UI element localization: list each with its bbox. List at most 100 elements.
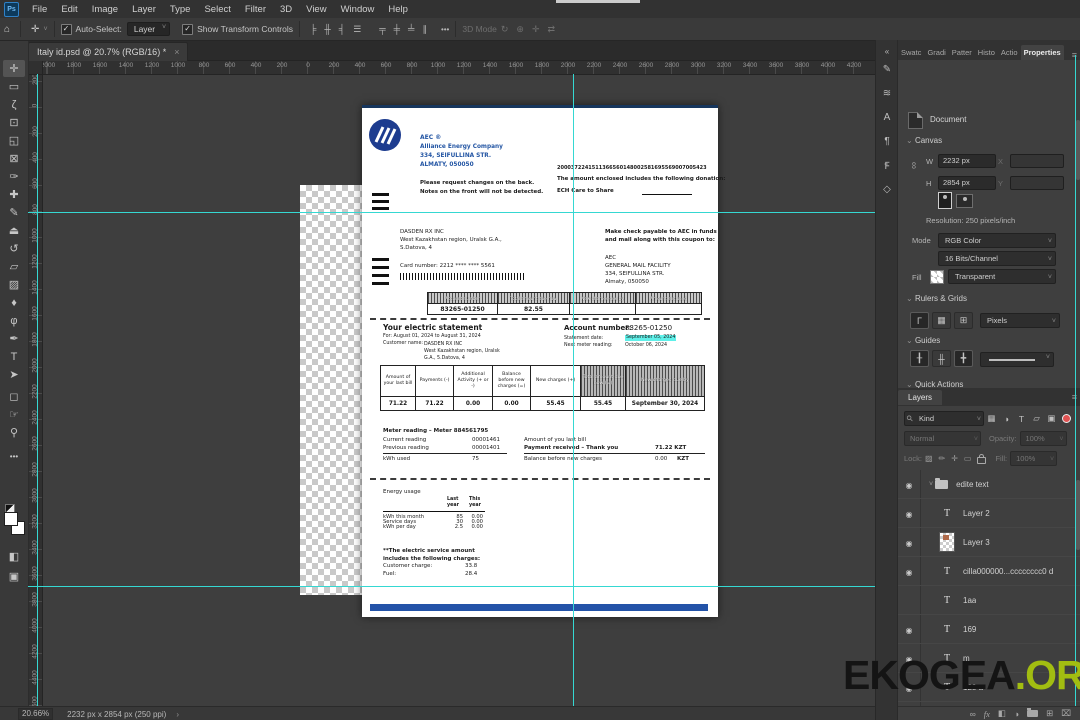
quick-mask-icon[interactable]: ◧ — [3, 548, 25, 565]
collapse-panels-icon[interactable]: « — [880, 44, 894, 58]
status-expander-icon[interactable]: › — [176, 710, 179, 719]
expand-caret-icon[interactable]: ˅ — [929, 481, 933, 488]
vertical-ruler[interactable]: 200 0 200 400 600 800 1000 1200 1400 1600 1800 2000… — [28, 74, 43, 706]
vertical-guide[interactable] — [37, 74, 38, 706]
layer-row[interactable]: T 1aa — [898, 586, 1080, 615]
more-options-icon[interactable]: ••• — [441, 25, 449, 34]
hand-tool[interactable]: ☞ — [3, 406, 25, 423]
canvas-section-header[interactable]: Canvas — [906, 136, 942, 145]
filter-shape-icon[interactable]: ▱ — [1029, 412, 1044, 425]
layer-name[interactable]: 1aa — [963, 596, 976, 605]
visibility-toggle[interactable] — [898, 586, 921, 614]
panel-tab[interactable]: Patter — [949, 45, 975, 60]
guides-section-header[interactable]: Guides — [906, 336, 940, 345]
menu-item[interactable]: File — [25, 4, 54, 15]
clone-stamp-tool[interactable]: ⏏ — [3, 222, 25, 239]
distribute-icon[interactable]: ╤ — [375, 24, 389, 35]
fill-swatch[interactable] — [930, 270, 944, 284]
layer-row[interactable]: T Layer 2 — [898, 499, 1080, 528]
color-swatches[interactable] — [4, 504, 25, 538]
show-transform-checkbox[interactable] — [182, 23, 194, 35]
panel-tab-properties[interactable]: Properties — [1020, 45, 1064, 60]
toggle-rulers-button[interactable]: Γ — [910, 312, 929, 329]
bit-depth-dropdown[interactable]: 16 Bits/Channel — [938, 251, 1056, 266]
align-icon[interactable]: ╫ — [320, 24, 334, 35]
properties-scrollbar[interactable] — [1076, 120, 1080, 180]
menu-item[interactable]: Filter — [238, 4, 273, 15]
color-mode-dropdown[interactable]: RGB Color — [938, 233, 1056, 248]
ruler-units-dropdown[interactable]: Pixels — [980, 313, 1060, 328]
type-tool[interactable]: T — [3, 348, 25, 365]
libraries-panel-icon[interactable]: ◇ — [880, 182, 894, 196]
edit-toolbar-icon[interactable]: ••• — [3, 448, 25, 465]
crop-tool[interactable]: ◱ — [3, 132, 25, 149]
pen-tool[interactable]: ✒ — [3, 330, 25, 347]
zoom-tool[interactable]: ⚲ — [3, 424, 25, 441]
visibility-toggle[interactable] — [898, 615, 921, 643]
frame-tool[interactable]: ⊠ — [3, 150, 25, 167]
align-icon[interactable]: ╡ — [335, 24, 349, 35]
panel-tab[interactable]: Swatc — [898, 45, 924, 60]
layer-mask-icon[interactable]: ◧ — [994, 708, 1010, 719]
toggle-pixel-grid-button[interactable]: ⊞ — [954, 312, 973, 329]
toggle-grid-button[interactable]: ▦ — [932, 312, 951, 329]
portrait-orientation-button[interactable] — [938, 192, 952, 209]
layer-effects-icon[interactable]: fx — [980, 709, 994, 719]
link-layers-icon[interactable]: ∞ — [966, 709, 980, 719]
new-layer-icon[interactable]: ⊞ — [1042, 708, 1057, 719]
layer-name[interactable]: edite text — [956, 480, 988, 489]
rulers-grids-section-header[interactable]: Rulers & Grids — [906, 294, 967, 303]
canvas-viewport[interactable]: AEC ® Alliance Energy Company 334, SEIFUL… — [42, 74, 875, 706]
layer-name[interactable]: cilla000000...cccccccc0 d — [963, 567, 1053, 576]
horizontal-guide[interactable] — [28, 586, 875, 587]
blend-mode-dropdown[interactable]: Normal — [904, 431, 981, 446]
edit-guides-button[interactable]: ╋ — [954, 350, 973, 367]
height-field[interactable]: 2854 px — [938, 176, 996, 190]
lock-paint-icon[interactable]: ✏ — [936, 454, 949, 463]
layer-row[interactable]: Layer 3 — [898, 528, 1080, 557]
horizontal-ruler[interactable]: 2000 1800 1600 1400 1200 1000 800 600 400 200 0 200… — [42, 60, 875, 75]
visibility-toggle[interactable] — [898, 470, 921, 498]
blur-tool[interactable]: ♦ — [3, 294, 25, 311]
distribute-icon[interactable]: ∥ — [418, 24, 431, 35]
bill-document[interactable]: AEC ® Alliance Energy Company 334, SEIFUL… — [362, 105, 725, 617]
width-field[interactable]: 2232 px — [938, 154, 996, 168]
menu-item[interactable]: Edit — [54, 4, 84, 15]
paragraph-panel-icon[interactable]: ¶ — [880, 134, 894, 148]
brush-tool[interactable]: ✎ — [3, 204, 25, 221]
glyphs-panel-icon[interactable]: Ꞙ — [880, 158, 894, 172]
eraser-tool[interactable]: ▱ — [3, 258, 25, 275]
lock-artboard-icon[interactable]: ▭ — [961, 454, 975, 463]
photoshop-logo-icon[interactable]: Ps — [4, 1, 19, 17]
adjustment-layer-icon[interactable]: ◑ — [1010, 709, 1023, 719]
layer-row[interactable]: T 169 — [898, 615, 1080, 644]
auto-select-target-dropdown[interactable]: Layer — [126, 22, 171, 36]
lock-all-icon[interactable] — [977, 454, 987, 464]
filter-image-icon[interactable]: ▦ — [984, 412, 999, 425]
menu-item[interactable]: Image — [85, 4, 125, 15]
lock-transparency-icon[interactable]: ▨ — [922, 454, 936, 463]
filter-kind-dropdown[interactable]: Kind — [904, 411, 984, 426]
marquee-tool[interactable]: ▭ — [3, 78, 25, 95]
menu-item[interactable]: Select — [197, 4, 237, 15]
layer-name[interactable]: Layer 3 — [963, 538, 990, 547]
panel-tab[interactable]: Histo — [975, 45, 998, 60]
shape-tool[interactable]: ◻ — [3, 388, 25, 405]
fill-dropdown[interactable]: Transparent — [948, 269, 1056, 284]
filter-adjustment-icon[interactable]: ◑ — [999, 412, 1014, 425]
menu-item[interactable]: Window — [334, 4, 382, 15]
opacity-field[interactable]: 100% — [1019, 431, 1067, 446]
layers-panel-tab[interactable]: Layers — [898, 389, 943, 405]
toggle-guides-button[interactable]: ╂ — [910, 350, 929, 367]
filter-toggle-icon[interactable] — [1062, 414, 1071, 423]
visibility-toggle[interactable] — [898, 499, 921, 527]
layer-name[interactable]: 169 — [963, 625, 976, 634]
delete-layer-icon[interactable]: ⌧ — [1057, 708, 1075, 719]
filter-smart-object-icon[interactable]: ▣ — [1044, 412, 1059, 425]
panel-tab[interactable]: Gradi — [924, 45, 948, 60]
visibility-toggle[interactable] — [898, 557, 921, 585]
lock-position-icon[interactable]: ✛ — [948, 454, 961, 463]
vertical-guide[interactable] — [1075, 55, 1076, 706]
menu-item[interactable]: 3D — [273, 4, 299, 15]
filter-type-icon[interactable]: T — [1014, 412, 1029, 425]
